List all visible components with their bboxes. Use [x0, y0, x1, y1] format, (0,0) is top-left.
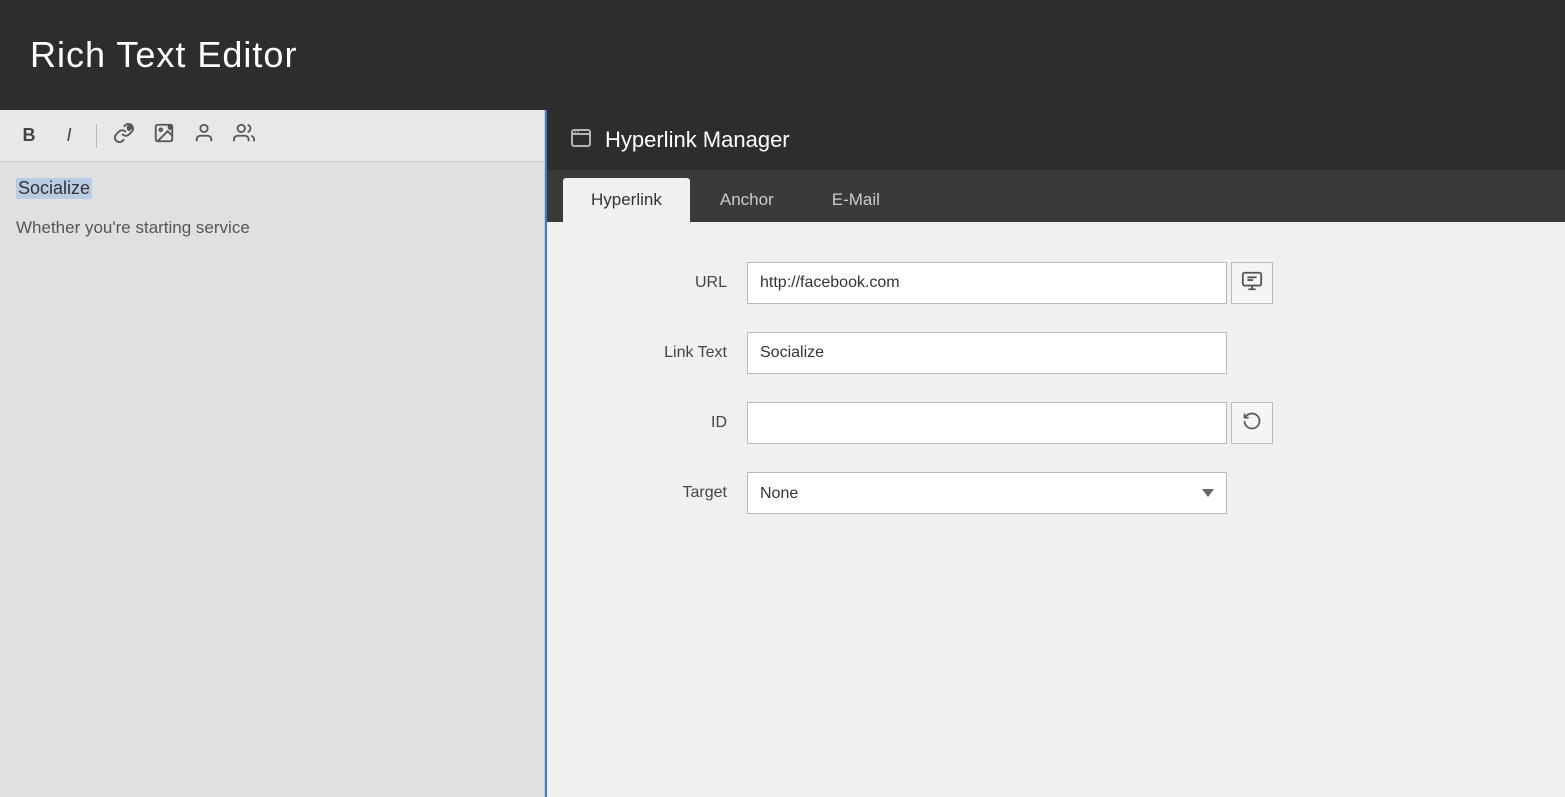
insert-image-icon: + — [153, 122, 175, 149]
link-text-row: Link Text — [607, 332, 1505, 374]
dialog-title: Hyperlink Manager — [605, 127, 790, 153]
browse-icon — [1241, 270, 1263, 297]
tab-email[interactable]: E-Mail — [804, 178, 908, 222]
hyperlink-manager-dialog: Hyperlink Manager Hyperlink Anchor E-Mai… — [545, 110, 1565, 797]
italic-button[interactable]: I — [52, 119, 86, 153]
insert-link-icon: + — [113, 122, 135, 149]
url-input[interactable] — [747, 262, 1227, 304]
app-title: Rich Text Editor — [30, 34, 297, 76]
main-area: B I + — [0, 110, 1565, 797]
url-row: URL — [607, 262, 1505, 304]
insert-link-button[interactable]: + — [107, 119, 141, 153]
tab-anchor[interactable]: Anchor — [692, 178, 802, 222]
toolbar-separator — [96, 124, 97, 148]
editor-content: Socialize Whether you're starting servic… — [0, 162, 544, 797]
tab-hyperlink[interactable]: Hyperlink — [563, 178, 690, 222]
target-label: Target — [607, 484, 727, 502]
editor-panel: B I + — [0, 110, 545, 797]
link-text-label: Link Text — [607, 344, 727, 362]
editor-body-text: Whether you're starting service — [16, 215, 528, 241]
tabs-bar: Hyperlink Anchor E-Mail — [547, 170, 1565, 222]
id-label: ID — [607, 414, 727, 432]
bold-button[interactable]: B — [12, 119, 46, 153]
bold-icon: B — [23, 125, 36, 146]
selected-text-highlight: Socialize — [16, 178, 528, 199]
insert-person-icon — [193, 122, 215, 149]
insert-image-button[interactable]: + — [147, 119, 181, 153]
id-input[interactable] — [747, 402, 1227, 444]
reset-icon — [1242, 411, 1262, 436]
svg-text:+: + — [128, 126, 131, 131]
insert-person2-icon — [233, 122, 255, 149]
url-label: URL — [607, 274, 727, 292]
link-text-input[interactable] — [747, 332, 1227, 374]
insert-person2-button[interactable] — [227, 119, 261, 153]
app-header: Rich Text Editor — [0, 0, 1565, 110]
italic-icon: I — [66, 125, 71, 146]
insert-person-button[interactable] — [187, 119, 221, 153]
target-row: Target None _blank _self _parent _top — [607, 472, 1505, 514]
selected-text: Socialize — [16, 178, 92, 199]
url-browse-button[interactable] — [1231, 262, 1273, 304]
id-row: ID — [607, 402, 1505, 444]
dialog-header-icon — [571, 129, 591, 152]
svg-text:+: + — [169, 125, 172, 130]
id-reset-button[interactable] — [1231, 402, 1273, 444]
editor-toolbar: B I + — [0, 110, 544, 162]
target-select[interactable]: None _blank _self _parent _top — [747, 472, 1227, 514]
dialog-body: URL Link Text — [547, 222, 1565, 797]
dialog-header: Hyperlink Manager — [547, 110, 1565, 170]
